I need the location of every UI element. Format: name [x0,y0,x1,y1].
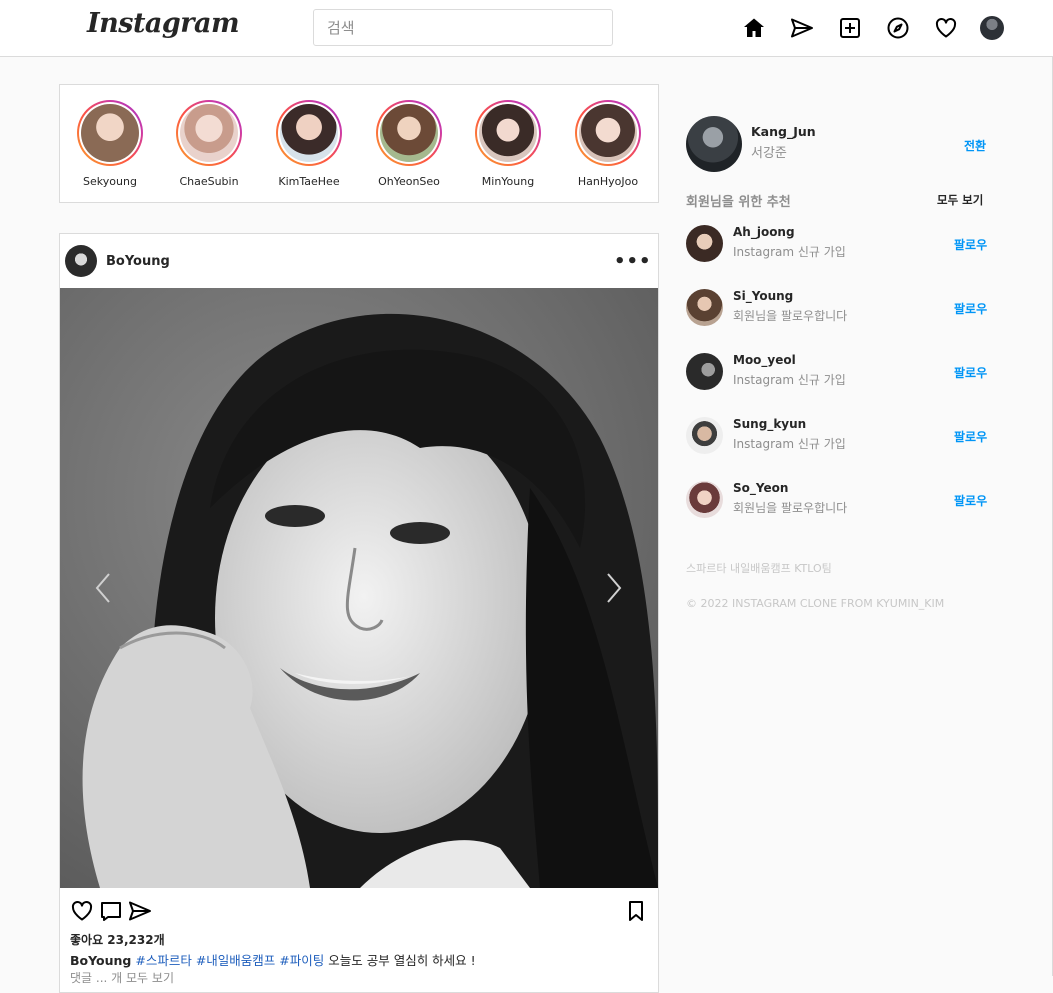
story-item[interactable]: OhYeonSeo [369,100,449,188]
follow-button[interactable]: 팔로우 [954,300,987,317]
story-username: HanHyoJoo [577,175,639,188]
caption-text: 오늘도 공부 열심히 하세요 ! [328,953,476,968]
switch-account-button[interactable]: 전환 [964,137,986,154]
suggestion-item: Sung_kyun Instagram 신규 가입 팔로우 [686,417,1006,457]
feed-post: BoYoung ••• 좋아요 23,232개 BoYoung #스파르타 #내… [59,233,659,993]
next-image-arrow-icon[interactable] [601,568,625,608]
post-author-username[interactable]: BoYoung [106,254,170,269]
post-author-avatar[interactable] [65,245,97,277]
suggestions-title: 회원님을 위한 추천 [686,195,791,210]
previous-image-arrow-icon[interactable] [92,568,116,608]
suggestion-avatar[interactable] [686,353,723,390]
follow-button[interactable]: 팔로우 [954,364,987,381]
instagram-logo[interactable]: Instagram [87,8,240,39]
story-avatar [280,104,338,162]
story-username: KimTaeHee [278,175,340,188]
caption-username[interactable]: BoYoung [70,953,131,968]
suggestion-avatar[interactable] [686,289,723,326]
story-avatar [180,104,238,162]
suggestion-avatar[interactable] [686,481,723,518]
suggestion-reason: 회원님을 팔로우합니다 [733,309,848,323]
see-all-link[interactable]: 모두 보기 [937,192,983,208]
view-comments-link[interactable]: 댓글 ... 개 모두 보기 [70,969,174,986]
like-count[interactable]: 좋아요 23,232개 [70,931,165,948]
suggestion-username[interactable]: Si_Young [733,289,793,303]
top-navigation-bar: Instagram [0,0,1053,57]
follow-button[interactable]: 팔로우 [954,428,987,445]
hashtag[interactable]: #파이팅 [279,953,324,968]
story-item[interactable]: HanHyoJoo [568,100,648,188]
suggestion-item: Moo_yeol Instagram 신규 가입 팔로우 [686,353,1006,393]
like-heart-icon[interactable] [70,899,94,923]
suggestion-item: Ah_joong Instagram 신규 가입 팔로우 [686,225,1006,265]
suggestion-avatar[interactable] [686,417,723,454]
suggestion-item: So_Yeon 회원님을 팔로우합니다 팔로우 [686,481,1006,521]
explore-compass-icon[interactable] [886,16,910,40]
story-item[interactable]: Sekyoung [70,100,150,188]
suggestion-username[interactable]: Moo_yeol [733,353,796,367]
post-photo [60,288,658,888]
home-icon[interactable] [742,16,766,40]
story-avatar [579,104,637,162]
direct-message-icon[interactable] [790,16,814,40]
current-user-username[interactable]: Kang_Jun [751,124,816,139]
more-options-icon[interactable]: ••• [614,251,652,272]
suggestion-username[interactable]: So_Yeon [733,481,788,495]
suggestion-avatar[interactable] [686,225,723,262]
story-avatar [380,104,438,162]
suggestion-reason: Instagram 신규 가입 [733,373,846,387]
story-avatar [81,104,139,162]
stories-bar: Sekyoung ChaeSubin KimTaeHee OhYeonSeo M… [59,84,659,203]
suggestion-reason: Instagram 신규 가입 [733,437,846,451]
story-username: Sekyoung [83,175,137,188]
footer-team-text: 스파르타 내일배움캠프 KTLO팀 [686,562,832,575]
story-username: OhYeonSeo [378,175,440,188]
follow-button[interactable]: 팔로우 [954,492,987,509]
new-post-icon[interactable] [838,16,862,40]
story-item[interactable]: MinYoung [468,100,548,188]
hashtag[interactable]: #내일배움캠프 [196,953,275,968]
current-user-avatar[interactable] [686,116,742,172]
share-icon[interactable] [128,899,152,923]
bookmark-icon[interactable] [624,899,648,923]
post-caption: BoYoung #스파르타 #내일배움캠프 #파이팅 오늘도 공부 열심히 하세… [70,950,476,969]
current-user-name: 서강준 [751,146,787,161]
suggestion-username[interactable]: Sung_kyun [733,417,806,431]
story-username: ChaeSubin [179,175,239,188]
activity-heart-icon[interactable] [934,16,958,40]
story-item[interactable]: ChaeSubin [169,100,249,188]
suggestion-item: Si_Young 회원님을 팔로우합니다 팔로우 [686,289,1006,329]
footer-copyright: © 2022 INSTAGRAM CLONE FROM KYUMIN_KIM [686,597,945,610]
follow-button[interactable]: 팔로우 [954,236,987,253]
search-input[interactable] [313,9,613,46]
suggestion-username[interactable]: Ah_joong [733,225,795,239]
profile-avatar[interactable] [980,16,1004,40]
suggestion-reason: 회원님을 팔로우합니다 [733,501,848,515]
comment-icon[interactable] [99,899,123,923]
story-username: MinYoung [481,175,535,188]
story-item[interactable]: KimTaeHee [269,100,349,188]
hashtag[interactable]: #스파르타 [135,953,191,968]
suggestion-reason: Instagram 신규 가입 [733,245,846,259]
story-avatar [479,104,537,162]
